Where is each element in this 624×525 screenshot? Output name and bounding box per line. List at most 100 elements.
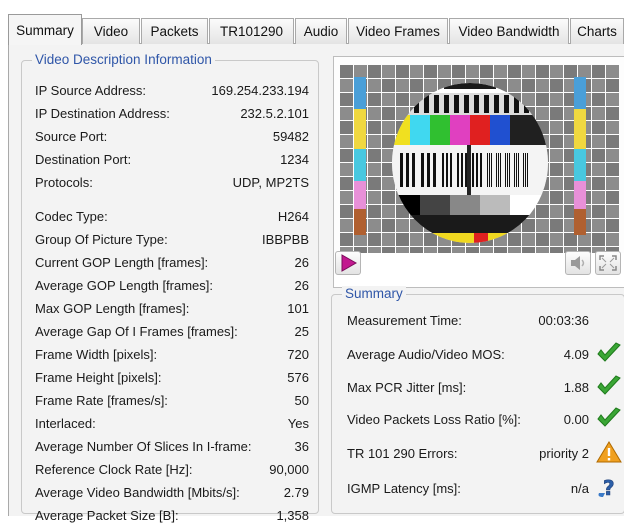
tab-bar: Summary Video Packets TR101290 Audio Vid…	[8, 14, 624, 45]
info-value: 50	[294, 392, 309, 408]
info-label: IP Source Address:	[35, 82, 147, 98]
info-label: Average Video Bandwidth [Mbits/s]:	[35, 484, 240, 500]
info-value: 232.5.2.101	[240, 105, 309, 121]
info-label: Interlaced:	[35, 415, 96, 431]
speaker-icon	[571, 256, 585, 270]
help-icon: ?	[595, 475, 623, 501]
info-label: Average Number Of Slices In I-frame:	[35, 438, 252, 454]
info-row: Frame Rate [frames/s]: 50	[35, 390, 309, 410]
info-row: Average Gap Of I Frames [frames]: 25	[35, 321, 309, 341]
info-row: Average Number Of Slices In I-frame: 36	[35, 436, 309, 456]
info-row: Average Video Bandwidth [Mbits/s]: 2.79	[35, 482, 309, 502]
info-row: Reference Clock Rate [Hz]: 90,000	[35, 459, 309, 479]
info-label: Current GOP Length [frames]:	[35, 254, 209, 270]
tab-video-bandwidth[interactable]: Video Bandwidth	[449, 18, 569, 44]
info-row: Current GOP Length [frames]: 26	[35, 252, 309, 272]
info-row: Frame Width [pixels]: 720	[35, 344, 309, 364]
info-label: Reference Clock Rate [Hz]:	[35, 461, 193, 477]
info-value: 25	[294, 323, 309, 339]
tab-label: Summary	[16, 22, 74, 38]
summary-row: IGMP Latency [ms]: n/a?	[347, 475, 623, 501]
player-controls	[333, 249, 624, 281]
tab-content: Video Description Information IP Source …	[8, 44, 624, 523]
info-value: 720	[287, 346, 309, 362]
tab-label: Audio	[303, 24, 339, 39]
info-value: 26	[294, 254, 309, 270]
warning-icon	[595, 440, 623, 466]
info-label: Destination Port:	[35, 151, 132, 167]
info-value: 59482	[272, 128, 309, 144]
summary-title: Summary	[342, 286, 406, 301]
info-row: Codec Type: H264	[35, 206, 309, 226]
fullscreen-button[interactable]	[595, 251, 621, 275]
info-row: Source Port: 59482	[35, 126, 309, 146]
video-description-title: Video Description Information	[32, 52, 215, 67]
summary-label: TR 101 290 Errors:	[347, 445, 458, 461]
info-value: 1,358	[276, 507, 309, 523]
info-label: Protocols:	[35, 174, 93, 190]
info-label: IP Destination Address:	[35, 105, 170, 121]
tab-charts[interactable]: Charts	[570, 18, 624, 44]
svg-text:?: ?	[603, 476, 615, 499]
tab-video-frames[interactable]: Video Frames	[348, 18, 448, 44]
summary-label: Average Audio/Video MOS:	[347, 346, 505, 362]
info-label: Frame Rate [frames/s]:	[35, 392, 168, 408]
summary-label: Max PCR Jitter [ms]:	[347, 379, 467, 395]
check-icon	[595, 374, 623, 400]
info-value: UDP, MP2TS	[232, 174, 309, 190]
play-icon	[341, 254, 358, 272]
check-icon	[595, 406, 623, 432]
play-button[interactable]	[335, 251, 361, 275]
info-row: IP Source Address: 169.254.233.194	[35, 80, 309, 100]
info-value: 576	[287, 369, 309, 385]
info-row: Protocols: UDP, MP2TS	[35, 172, 309, 192]
info-value: 36	[294, 438, 309, 454]
summary-label: Measurement Time:	[347, 312, 462, 328]
tab-tr101290[interactable]: TR101290	[209, 18, 294, 44]
tab-label: Charts	[577, 24, 617, 39]
summary-value: 00:03:36	[538, 312, 589, 328]
info-value: 90,000	[269, 461, 309, 477]
fullscreen-icon	[599, 255, 617, 271]
info-value: H264	[277, 208, 309, 224]
info-row: Average Packet Size [B]: 1,358	[35, 505, 309, 525]
summary-value: 0.00	[563, 411, 589, 427]
info-label: Average Packet Size [B]:	[35, 507, 179, 523]
summary-value: priority 2	[539, 445, 589, 461]
info-label: Codec Type:	[35, 208, 108, 224]
info-row: Max GOP Length [frames]: 101	[35, 298, 309, 318]
test-card-image	[334, 57, 624, 260]
tab-label: Video Bandwidth	[458, 24, 560, 39]
summary-row: Video Packets Loss Ratio [%]: 0.00	[347, 406, 623, 432]
info-row: Group Of Picture Type: IBBPBB	[35, 229, 309, 249]
info-value: 2.79	[283, 484, 309, 500]
summary-row: Max PCR Jitter [ms]: 1.88	[347, 374, 623, 400]
info-row: Interlaced: Yes	[35, 413, 309, 433]
info-value: 26	[294, 277, 309, 293]
info-label: Frame Height [pixels]:	[35, 369, 162, 385]
summary-row: TR 101 290 Errors: priority 2	[347, 440, 623, 466]
summary-label: IGMP Latency [ms]:	[347, 480, 461, 496]
tab-label: Video Frames	[356, 24, 440, 39]
info-row: Destination Port: 1234	[35, 149, 309, 169]
tab-packets[interactable]: Packets	[141, 18, 208, 44]
info-value: 169.254.233.194	[211, 82, 309, 98]
summary-label: Video Packets Loss Ratio [%]:	[347, 411, 521, 427]
info-value: 1234	[280, 151, 309, 167]
info-label: Source Port:	[35, 128, 108, 144]
audio-button[interactable]	[565, 251, 591, 275]
info-row: Average GOP Length [frames]: 26	[35, 275, 309, 295]
info-value: IBBPBB	[262, 231, 309, 247]
tab-video[interactable]: Video	[82, 18, 140, 44]
tab-label: Packets	[150, 24, 199, 39]
summary-value: 1.88	[563, 379, 589, 395]
info-label: Max GOP Length [frames]:	[35, 300, 190, 316]
summary-value: n/a	[570, 480, 589, 496]
tab-audio[interactable]: Audio	[295, 18, 347, 44]
info-label: Frame Width [pixels]:	[35, 346, 158, 362]
tab-summary[interactable]: Summary	[8, 14, 82, 45]
summary-row: Average Audio/Video MOS: 4.09	[347, 341, 623, 367]
summary-value: 4.09	[563, 346, 589, 362]
info-value: 101	[287, 300, 309, 316]
tab-label: Video	[93, 24, 129, 39]
